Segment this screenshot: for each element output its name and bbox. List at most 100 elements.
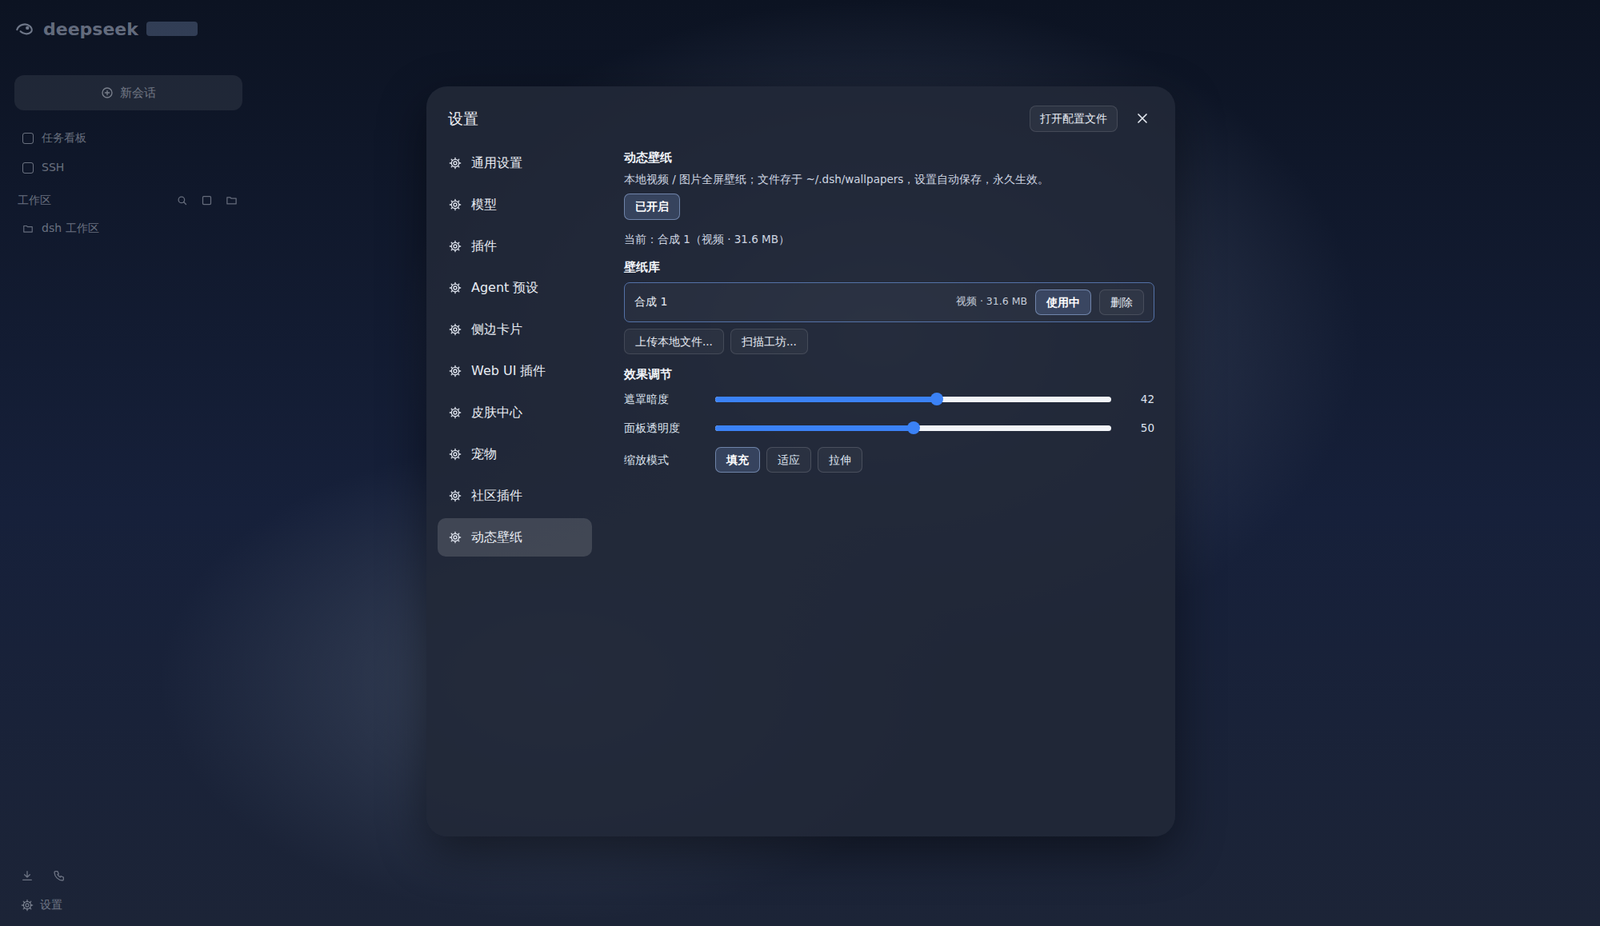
effects-title: 效果调节 — [624, 367, 1155, 382]
app-footer: 设置 — [14, 869, 243, 914]
slider-thumb[interactable] — [907, 421, 920, 435]
gear-icon — [448, 198, 462, 212]
app-nav-item[interactable]: 任务看板 — [14, 123, 243, 153]
scale-mode-option[interactable]: 填充 — [715, 447, 760, 473]
use-button[interactable]: 使用中 — [1035, 289, 1092, 316]
open-config-button[interactable]: 打开配置文件 — [1029, 105, 1118, 132]
app-nav: 任务看板 SSH — [14, 123, 243, 183]
close-icon — [1134, 110, 1151, 127]
gear-icon — [448, 406, 462, 420]
settings-nav-item[interactable]: 模型 — [437, 185, 592, 224]
settings-nav-label: 侧边卡片 — [471, 320, 523, 340]
slider-label: 面板透明度 — [624, 420, 704, 436]
gear-icon — [448, 156, 462, 170]
plus-icon — [100, 86, 114, 100]
settings-nav-label: 通用设置 — [471, 153, 523, 173]
slider-label: 遮罩暗度 — [624, 391, 704, 408]
app-logo-text: deepseek — [43, 16, 139, 43]
slider-track[interactable] — [715, 425, 1112, 432]
settings-nav-label: Agent 预设 — [471, 278, 539, 298]
slider-reading: 42 — [1122, 391, 1155, 408]
new-chat-label: 新会话 — [120, 84, 156, 103]
slider-fill — [715, 425, 914, 432]
nav-item-icon — [22, 162, 34, 174]
wallpaper-toggle[interactable]: 已开启 — [624, 193, 680, 220]
settings-nav-item[interactable]: 动态壁纸 — [437, 518, 592, 557]
library-actions: 上传本地文件...扫描工坊... — [624, 328, 1155, 355]
current-wallpaper: 当前：合成 1（视频 · 31.6 MB） — [624, 231, 1155, 248]
section-title: 动态壁纸 — [624, 150, 1155, 165]
workspace-header: 工作区 — [14, 182, 243, 214]
scale-mode-label: 缩放模式 — [624, 452, 704, 468]
new-chat-button[interactable]: 新会话 — [14, 75, 243, 111]
nav-item-icon — [22, 132, 34, 144]
whale-icon — [14, 18, 36, 40]
settings-nav-label: 社区插件 — [471, 486, 523, 506]
scale-mode-option[interactable]: 适应 — [766, 447, 812, 473]
settings-nav-item[interactable]: Agent 预设 — [437, 268, 592, 308]
slider-thumb[interactable] — [930, 392, 944, 406]
settings-nav-item[interactable]: 侧边卡片 — [437, 310, 592, 349]
header-actions: 打开配置文件 — [1029, 105, 1155, 132]
gear-icon — [448, 323, 462, 336]
slider-fill — [715, 396, 937, 403]
settings-nav-label: 宠物 — [471, 444, 497, 464]
app-logo: deepseek — [14, 14, 243, 44]
folder-icon — [225, 194, 238, 207]
wallpaper-meta: 视频 · 31.6 MB — [956, 294, 1028, 310]
settings-nav-label: Web UI 插件 — [471, 361, 546, 381]
folder-icon — [22, 223, 34, 235]
app-settings-label: 设置 — [40, 896, 63, 914]
settings-nav-label: 皮肤中心 — [471, 403, 523, 423]
close-button[interactable] — [1130, 106, 1155, 131]
gear-icon — [448, 531, 462, 544]
settings-nav-label: 模型 — [471, 195, 497, 215]
settings-nav-item[interactable]: 皮肤中心 — [437, 393, 592, 432]
wallpaper-settings: 动态壁纸本地视频 / 图片全屏壁纸；文件存于 ~/.dsh/wallpapers… — [624, 144, 1155, 821]
app-settings-button[interactable]: 设置 — [20, 896, 243, 914]
settings-nav-item[interactable]: 社区插件 — [437, 476, 592, 516]
library-title: 壁纸库 — [624, 260, 1155, 275]
delete-button[interactable]: 删除 — [1099, 289, 1144, 316]
app-nav-label: 任务看板 — [41, 129, 87, 147]
settings-nav-label: 动态壁纸 — [471, 528, 523, 548]
settings-nav-item[interactable]: 宠物 — [437, 435, 592, 474]
workspace-tools — [176, 194, 238, 207]
workspace-header-label: 工作区 — [17, 192, 52, 209]
slider-row: 面板透明度 50 — [624, 413, 1155, 443]
dialog-header: 设置 打开配置文件 — [437, 102, 1155, 135]
settings-dialog: 设置 打开配置文件通用设置模型插件 Agent 预设侧边卡片 Web UI 插件皮肤中… — [426, 86, 1176, 837]
phone-icon — [52, 869, 66, 883]
toggle-wrap: 已开启 — [624, 193, 1155, 220]
wallpaper-item[interactable]: 合成 1 视频 · 31.6 MB 使用中删除 — [624, 282, 1155, 323]
dialog-title: 设置 — [448, 107, 479, 131]
slider-reading: 50 — [1122, 420, 1155, 436]
dialog-body: 通用设置模型插件Agent 预设侧边卡片Web UI 插件皮肤中心宠物社区插件动… — [437, 144, 1155, 821]
settings-nav-label: 插件 — [471, 236, 497, 256]
gear-icon — [448, 364, 462, 378]
library-action-button[interactable]: 上传本地文件... — [624, 328, 724, 355]
app-nav-label: SSH — [41, 159, 64, 176]
wallpaper-name: 合成 1 — [634, 293, 948, 311]
search-icon — [176, 194, 188, 207]
app-nav-item[interactable]: SSH — [14, 152, 243, 183]
slider-track[interactable] — [715, 396, 1112, 403]
download-icon — [20, 869, 34, 883]
gear-icon — [448, 448, 462, 461]
gear-icon — [448, 240, 462, 253]
workspace-item[interactable]: dsh 工作区 — [14, 213, 243, 244]
version-badge — [146, 21, 198, 36]
scale-mode-option[interactable]: 拉伸 — [817, 447, 863, 473]
workspace-label: dsh 工作区 — [41, 220, 100, 237]
gear-icon — [20, 899, 34, 912]
settings-nav-item[interactable]: Web UI 插件 — [437, 352, 592, 391]
settings-nav-item[interactable]: 通用设置 — [437, 144, 592, 183]
grid-icon — [200, 194, 213, 207]
section-description: 本地视频 / 图片全屏壁纸；文件存于 ~/.dsh/wallpapers，设置自… — [624, 171, 1155, 188]
settings-nav-item[interactable]: 插件 — [437, 227, 592, 266]
slider-row: 遮罩暗度 42 — [624, 384, 1155, 414]
library-action-button[interactable]: 扫描工坊... — [730, 328, 808, 355]
gear-icon — [448, 489, 462, 503]
gear-icon — [448, 281, 462, 295]
footer-icons — [20, 869, 243, 883]
